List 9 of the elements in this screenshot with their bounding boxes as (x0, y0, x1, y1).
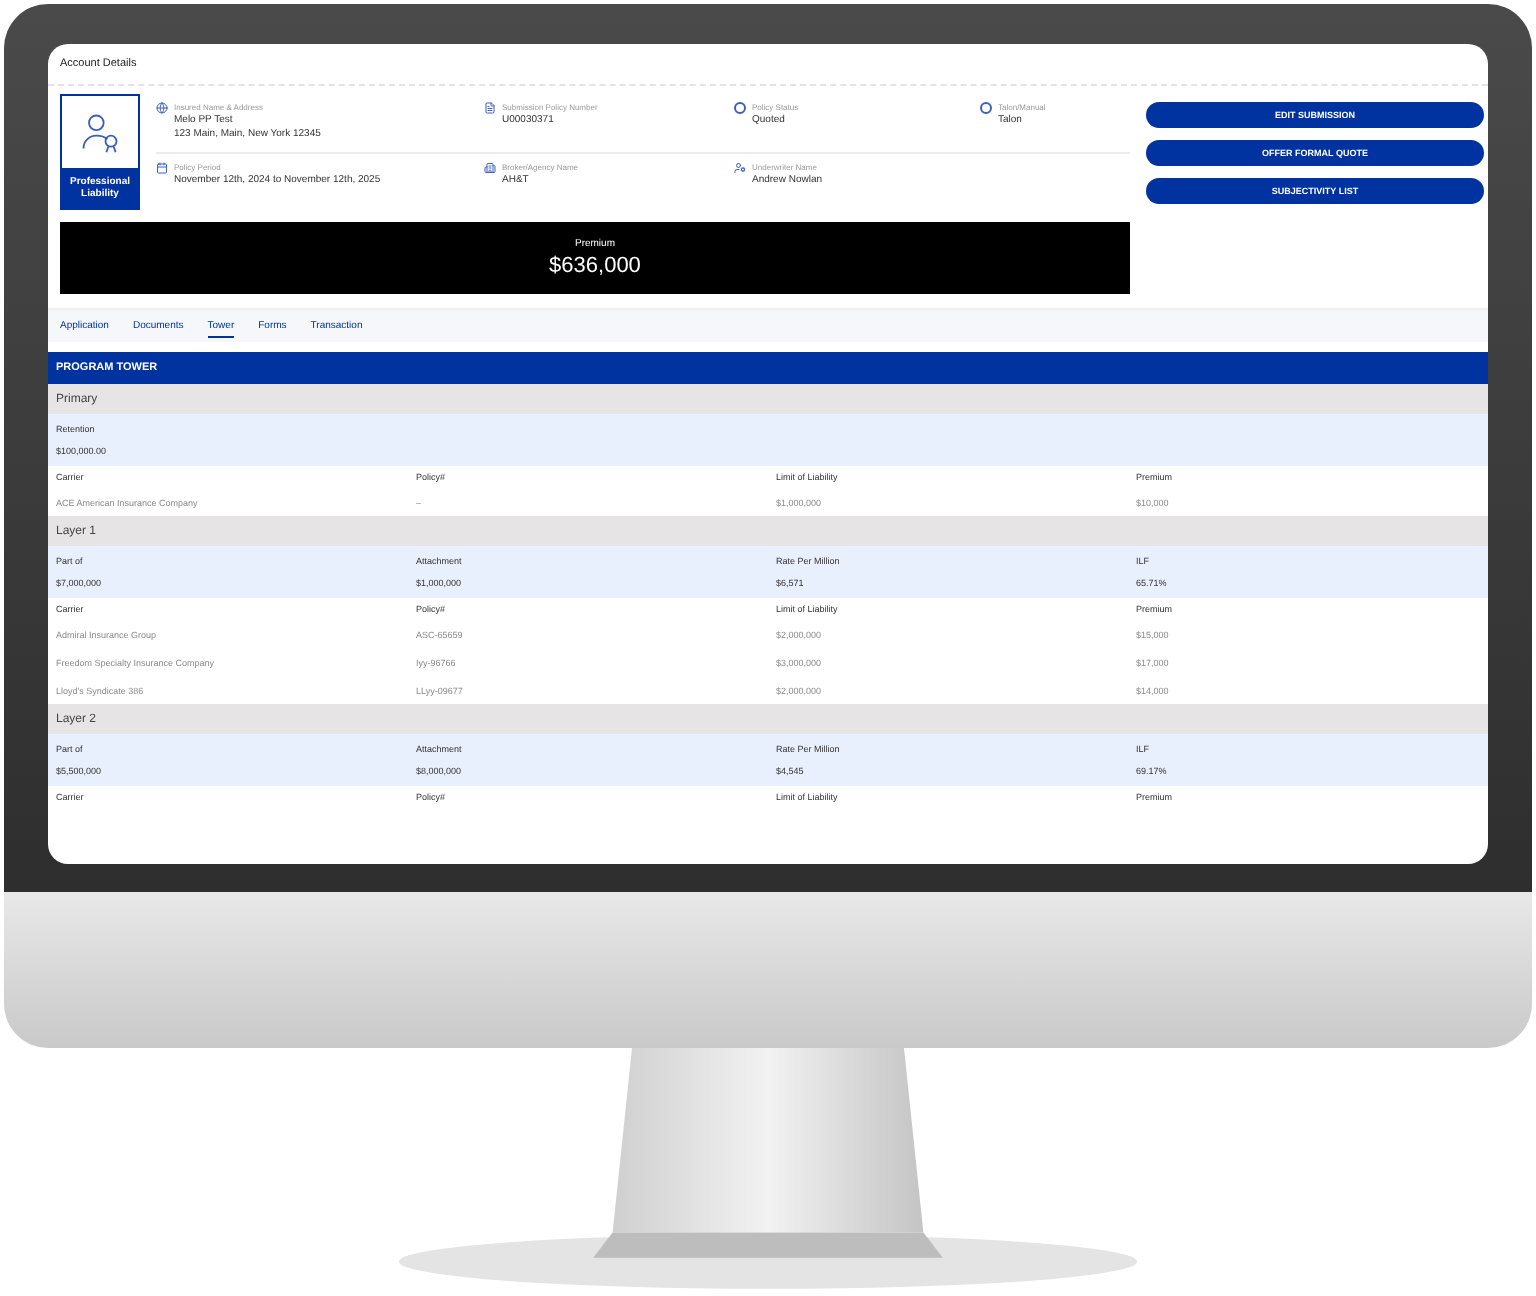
building-icon (484, 162, 496, 174)
user-gear-icon (734, 162, 746, 174)
document-icon (484, 102, 496, 114)
person-badge-icon (78, 110, 122, 154)
globe-icon (156, 102, 168, 114)
circle-icon (980, 102, 992, 114)
calendar-icon (156, 162, 168, 174)
premium-value: $636,000 (549, 254, 641, 278)
circle-icon (734, 102, 746, 114)
